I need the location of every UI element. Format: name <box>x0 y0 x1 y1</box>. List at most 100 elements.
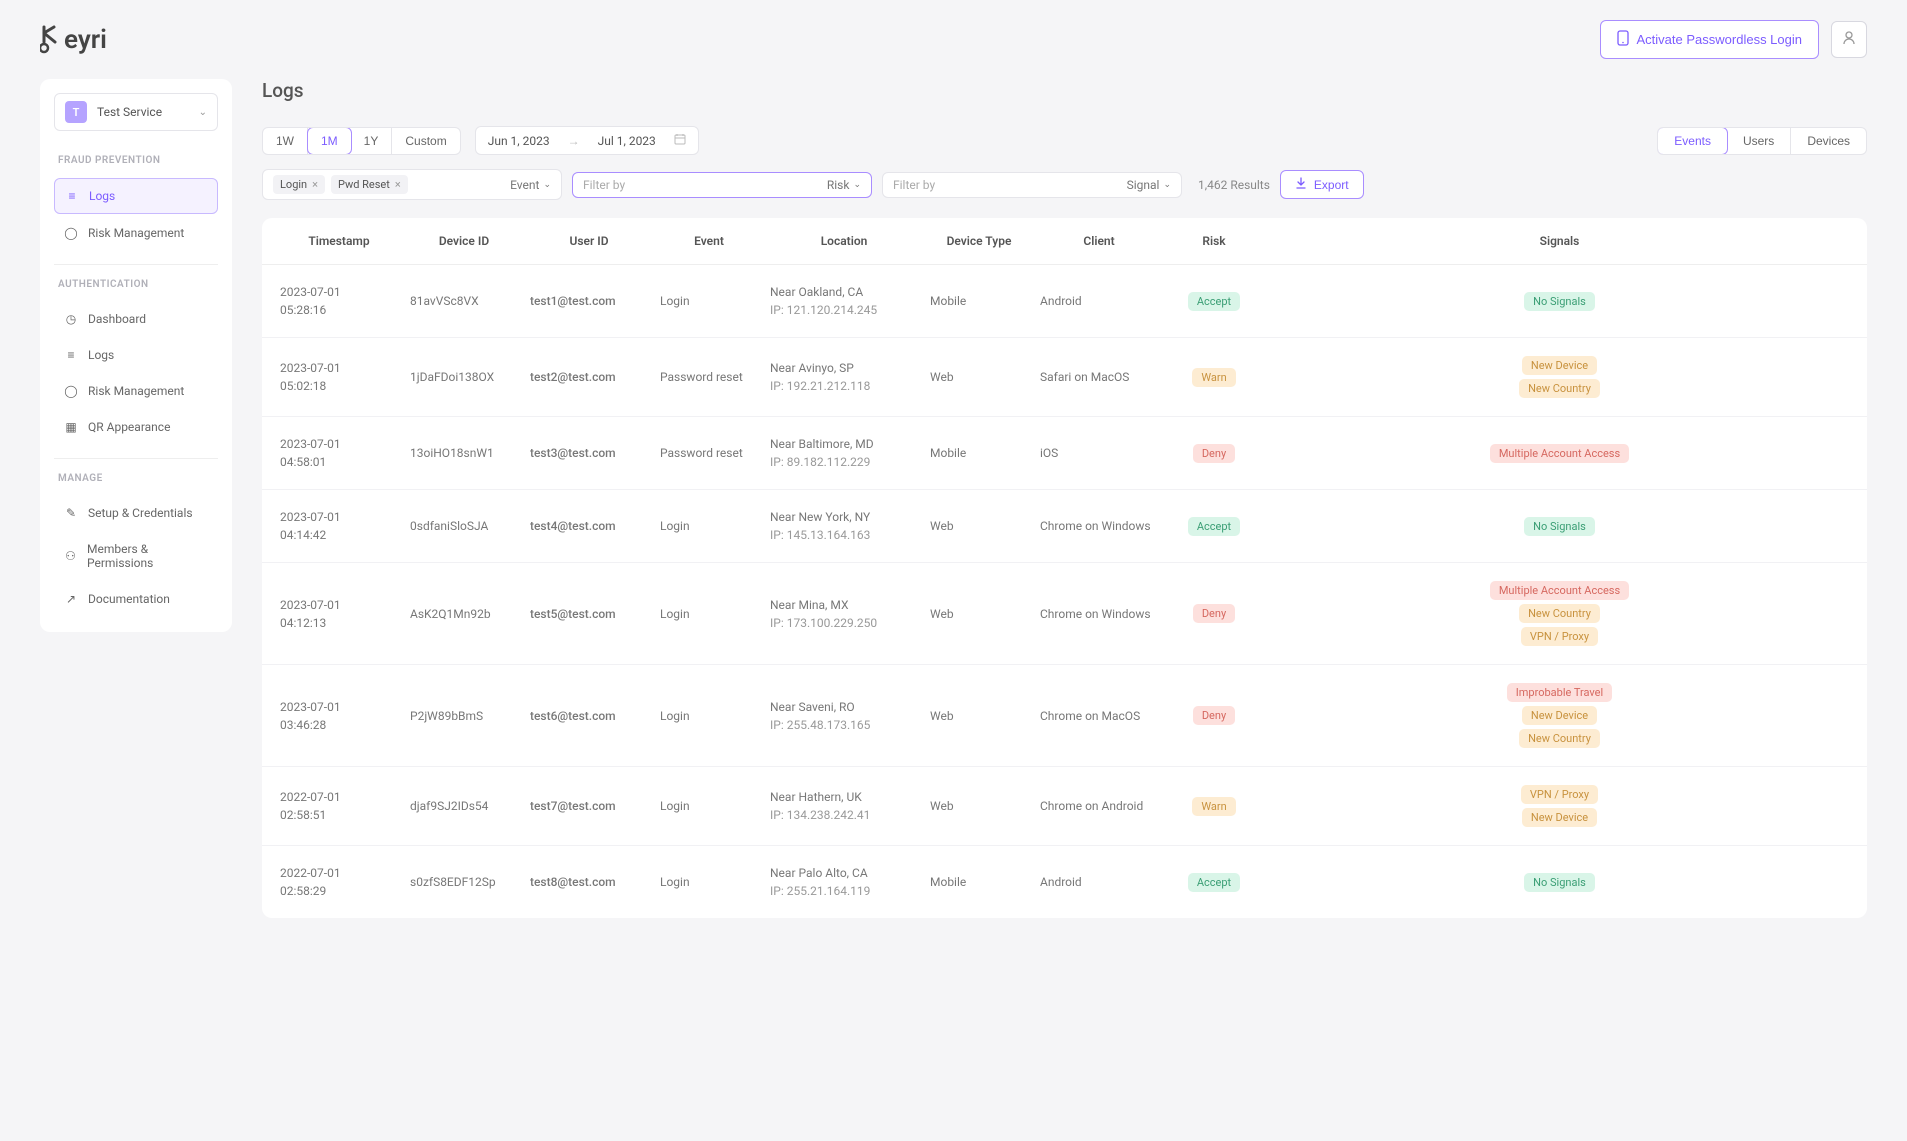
col-risk: Risk <box>1164 234 1264 248</box>
cell-event: Login <box>654 875 764 889</box>
user-menu-button[interactable] <box>1831 21 1867 58</box>
cell-signals: New DeviceNew Country <box>1264 356 1855 398</box>
range-custom[interactable]: Custom <box>392 128 459 154</box>
table-row[interactable]: 2023-07-0105:02:181jDaFDoi138OXtest2@tes… <box>262 338 1867 417</box>
cell-signals: Multiple Account Access <box>1264 444 1855 463</box>
cell-client: Chrome on Android <box>1034 799 1164 813</box>
external-icon: ↗ <box>64 592 78 606</box>
cell-event: Password reset <box>654 370 764 384</box>
cell-risk: Deny <box>1164 444 1264 463</box>
signal-badge: Improbable Travel <box>1507 683 1612 702</box>
risk-badge: Accept <box>1188 517 1240 536</box>
cell-timestamp: 2023-07-0103:46:28 <box>274 698 404 734</box>
date-from: Jun 1, 2023 <box>488 134 550 148</box>
nav-section-fraud: FRAUD PREVENTION <box>54 155 218 178</box>
cell-device-id: 0sdfaniSloSJA <box>404 519 524 533</box>
sidebar-item-label: Risk Management <box>88 226 184 240</box>
signal-badge: No Signals <box>1524 292 1595 311</box>
sidebar-item-setup[interactable]: ✎ Setup & Credentials <box>54 496 218 530</box>
sidebar-item-docs[interactable]: ↗ Documentation <box>54 582 218 616</box>
signal-badge: VPN / Proxy <box>1521 627 1598 646</box>
col-user-id: User ID <box>524 234 654 248</box>
chip-remove-icon[interactable]: × <box>395 178 401 191</box>
date-range-picker[interactable]: Jun 1, 2023 → Jul 1, 2023 <box>475 126 699 155</box>
nav-section-auth: AUTHENTICATION <box>54 279 218 302</box>
signal-badge: New Country <box>1519 729 1600 748</box>
sidebar-item-qr[interactable]: ▦ QR Appearance <box>54 410 218 444</box>
logo-text: eyri <box>64 25 107 55</box>
logs-table: Timestamp Device ID User ID Event Locati… <box>262 218 1867 918</box>
col-event: Event <box>654 234 764 248</box>
mobile-icon <box>1617 30 1629 49</box>
filter-event[interactable]: Login × Pwd Reset × Event⌄ <box>262 169 562 200</box>
table-row[interactable]: 2023-07-0103:46:28P2jW89bBmStest6@test.c… <box>262 665 1867 767</box>
sidebar-item-label: Documentation <box>88 592 170 606</box>
service-selector[interactable]: T Test Service ⌄ <box>54 93 218 131</box>
cell-timestamp: 2023-07-0104:12:13 <box>274 596 404 632</box>
range-1m[interactable]: 1M <box>307 127 352 155</box>
cell-location: Near New York, NYIP: 145.13.164.163 <box>764 508 924 544</box>
range-1w[interactable]: 1W <box>263 128 308 154</box>
cell-device-type: Mobile <box>924 294 1034 308</box>
range-1y[interactable]: 1Y <box>351 128 393 154</box>
cell-risk: Accept <box>1164 517 1264 536</box>
cell-device-id: djaf9SJ2IDs54 <box>404 799 524 813</box>
sidebar-item-auth-logs[interactable]: ≡ Logs <box>54 338 218 372</box>
cell-timestamp: 2022-07-0102:58:51 <box>274 788 404 824</box>
filter-signal[interactable]: Filter by Signal⌄ <box>882 172 1182 198</box>
cell-user-id: test2@test.com <box>524 370 654 384</box>
cell-device-id: 1jDaFDoi138OX <box>404 370 524 384</box>
chip-remove-icon[interactable]: × <box>312 178 318 191</box>
cell-device-id: P2jW89bBmS <box>404 709 524 723</box>
cell-event: Password reset <box>654 446 764 460</box>
cell-device-type: Web <box>924 370 1034 384</box>
cell-user-id: test6@test.com <box>524 709 654 723</box>
cell-location: Near Hathern, UKIP: 134.238.242.41 <box>764 788 924 824</box>
signal-badge: New Device <box>1522 808 1597 827</box>
view-devices[interactable]: Devices <box>1791 128 1866 154</box>
cell-timestamp: 2023-07-0105:02:18 <box>274 359 404 395</box>
table-row[interactable]: 2023-07-0104:14:420sdfaniSloSJAtest4@tes… <box>262 490 1867 563</box>
cell-device-id: 13oiHO18snW1 <box>404 446 524 460</box>
col-client: Client <box>1034 234 1164 248</box>
signal-badge: No Signals <box>1524 517 1595 536</box>
view-events[interactable]: Events <box>1657 127 1728 155</box>
cell-client: Safari on MacOS <box>1034 370 1164 384</box>
cell-user-id: test5@test.com <box>524 607 654 621</box>
chip-pwdreset: Pwd Reset × <box>331 175 408 194</box>
cell-location: Near Avinyo, SPIP: 192.21.212.118 <box>764 359 924 395</box>
table-row[interactable]: 2022-07-0102:58:29s0zfS8EDF12Sptest8@tes… <box>262 846 1867 918</box>
table-header: Timestamp Device ID User ID Event Locati… <box>262 218 1867 265</box>
cell-event: Login <box>654 519 764 533</box>
risk-badge: Accept <box>1188 292 1240 311</box>
sidebar-item-members[interactable]: ⚇ Members & Permissions <box>54 532 218 580</box>
sidebar-item-fraud-risk[interactable]: ◯ Risk Management <box>54 216 218 250</box>
table-row[interactable]: 2023-07-0104:12:13AsK2Q1Mn92btest5@test.… <box>262 563 1867 665</box>
cell-device-type: Web <box>924 799 1034 813</box>
cell-device-id: 81avVSc8VX <box>404 294 524 308</box>
logs-icon: ≡ <box>65 189 79 203</box>
cell-signals: No Signals <box>1264 292 1855 311</box>
cell-event: Login <box>654 607 764 621</box>
cell-device-type: Mobile <box>924 446 1034 460</box>
table-row[interactable]: 2022-07-0102:58:51djaf9SJ2IDs54test7@tes… <box>262 767 1867 846</box>
cell-client: Chrome on Windows <box>1034 607 1164 621</box>
col-device-type: Device Type <box>924 234 1034 248</box>
cell-device-type: Web <box>924 709 1034 723</box>
table-row[interactable]: 2023-07-0105:28:1681avVSc8VXtest1@test.c… <box>262 265 1867 338</box>
view-users[interactable]: Users <box>1727 128 1791 154</box>
cell-risk: Deny <box>1164 604 1264 623</box>
activate-passwordless-button[interactable]: Activate Passwordless Login <box>1600 20 1819 59</box>
sidebar-item-auth-risk[interactable]: ◯ Risk Management <box>54 374 218 408</box>
cell-location: Near Baltimore, MDIP: 89.182.112.229 <box>764 435 924 471</box>
sidebar-item-fraud-logs[interactable]: ≡ Logs <box>54 178 218 214</box>
sidebar-item-dashboard[interactable]: ◷ Dashboard <box>54 302 218 336</box>
cell-event: Login <box>654 709 764 723</box>
cell-risk: Accept <box>1164 292 1264 311</box>
cell-user-id: test1@test.com <box>524 294 654 308</box>
filter-risk[interactable]: Filter by Risk⌄ <box>572 172 872 198</box>
table-row[interactable]: 2023-07-0104:58:0113oiHO18snW1test3@test… <box>262 417 1867 490</box>
calendar-icon <box>674 133 686 148</box>
arrow-right-icon: → <box>568 134 580 148</box>
export-button[interactable]: Export <box>1280 170 1364 199</box>
